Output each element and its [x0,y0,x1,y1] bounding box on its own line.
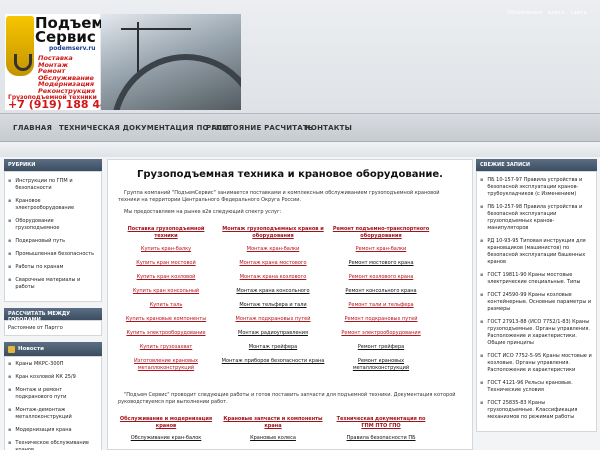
top-link-updates[interactable]: Обновления [507,10,542,16]
bridge-arch [111,54,241,110]
col-repair-header[interactable]: Ремонт подъемно-транспортного оборудован… [332,226,430,240]
col-supply-header[interactable]: Поставка грузоподъемной техники [118,226,214,240]
table-cell[interactable]: Купить таль [118,302,214,309]
news-item[interactable]: Монтаж и ремонт подкранового пути [8,387,98,401]
table-cell[interactable]: Монтаж крана козлового [218,274,328,281]
table-cell[interactable]: Изготовление крановых металлоконструкций [118,358,214,372]
table-cell[interactable]: Крановые колеса [218,435,328,442]
outro-text: "Подъем Сервис" проводит следующие работ… [118,392,456,405]
news-item[interactable]: Модернизация крана [8,427,98,434]
nav-contacts[interactable]: КОНТАКТЫ [305,124,352,132]
table-cell[interactable]: Монтаж грейфера [218,344,328,351]
nav-home[interactable]: ГЛАВНАЯ [13,124,52,132]
categories-header: Рубрики [4,159,102,171]
col-maintenance-header[interactable]: Обслуживание и модернизация кранов [118,416,214,430]
table-cell[interactable]: Купить электрооборудование [118,330,214,337]
site-header: Подъем Сервис podemserv.ru Поставка Монт… [0,0,600,113]
recent-post-item[interactable]: ПБ 10-157-97 Правила устройства и безопа… [480,177,593,198]
category-item[interactable]: Инструкции по ГПМ и безопасности [8,178,98,192]
category-item[interactable]: Работы по кранам [8,264,98,271]
recent-post-item[interactable]: РД 10-93-95 Типовая инструкция для крано… [480,238,593,266]
table-cell[interactable]: Купить крановые компоненты [118,316,214,323]
categories-list: Инструкции по ГПМ и безопасности Краново… [4,171,102,302]
category-item[interactable]: Сварочные материалы и работы [8,277,98,291]
brand-name: Подъем Сервис [35,14,104,46]
category-item[interactable]: Крановое электрооборудование [8,198,98,212]
table-cell[interactable]: Ремонт козлового крана [332,274,430,281]
news-header: Новости [4,342,102,356]
table-cell[interactable]: Монтаж тельфера и тали [218,302,328,309]
nav-band [0,142,600,157]
table-cell[interactable]: Монтаж радиоуправления [218,330,328,337]
table-cell[interactable]: Ремонт тали и тельфера [332,302,430,309]
intro-text: Группа компаний "ПодъемСервис" занимаетс… [118,190,440,203]
distance-link[interactable]: Растояние от Паргго [8,325,98,331]
table-cell[interactable]: Ремонт подкрановых путей [332,316,430,323]
table-cell[interactable]: Купить кран консольный [118,288,214,295]
top-link-site[interactable]: сайта [570,10,587,16]
crane-jib [121,28,191,30]
recent-post-item[interactable]: ГОСТ 27913-88 (ИСО 7752/1-83) Краны груз… [480,319,593,347]
news-list: Краны МКРС-300П Кран козловой КК 25/9 Мо… [4,356,102,450]
nav-tech-docs[interactable]: ТЕХНИЧЕСКАЯ ДОКУМЕНТАЦИЯ ПО ГПМ [59,124,229,132]
table-cell[interactable]: Купить кран-балку [118,246,214,253]
category-item[interactable]: Подкрановый путь [8,238,98,245]
table-cell[interactable]: Обслуживание кран-балок [118,435,214,442]
news-icon [8,345,15,353]
distance-box: Рассчитать между городами Растояние от П… [4,308,102,336]
recent-post-item[interactable]: ГОСТ 24590-99 Краны козловые контейнерны… [480,292,593,313]
table-cell[interactable]: Ремонт крановых металлоконструкций [332,358,430,372]
services-list: Поставка Монтаж Ремонт Обслуживание Моде… [38,54,96,95]
header-photo [101,14,241,110]
table-cell[interactable]: Ремонт консольного крана [332,288,430,295]
col-parts-header[interactable]: Крановые запчасти и компоненты крана [218,416,328,430]
right-sidebar: Свежие записи ПБ 10-157-97 Правила устро… [476,159,597,432]
news-item[interactable]: Краны МКРС-300П [8,361,98,368]
table-cell[interactable]: Правила безопасности ПБ [332,435,430,442]
main-content: Грузоподъемная техника и крановое оборуд… [107,159,473,450]
logo[interactable]: Подъем Сервис podemserv.ru Поставка Монт… [5,14,104,110]
news-box: Новости Краны МКРС-300П Кран козловой КК… [4,342,102,450]
recent-posts-list: ПБ 10-157-97 Правила устройства и безопа… [476,171,597,432]
table-cell[interactable]: Монтаж крана консольного [218,288,328,295]
table-cell[interactable]: Купить кран мостовой [118,260,214,267]
news-item[interactable]: Техническое обслуживание кранов [8,440,98,450]
table-cell[interactable]: Ремонт электрооборудования [332,330,430,337]
main-nav: ГЛАВНАЯ ТЕХНИЧЕСКАЯ ДОКУМЕНТАЦИЯ ПО ГПМ … [0,113,600,142]
col-docs-header[interactable]: Техническая документация по ГПМ ПТО ГПО [332,416,430,430]
col-install-header[interactable]: Монтаж грузоподъемных кранов и оборудова… [218,226,328,240]
category-item[interactable]: Оборудование грузоподъемное [8,218,98,232]
distance-header: Рассчитать между городами [4,308,102,323]
table-cell[interactable]: Купить грузозахват [118,344,214,351]
top-link-map[interactable]: карта [548,10,565,16]
recent-post-item[interactable]: ГОСТ ИСО 7752-5-95 Краны мостовые и козл… [480,353,593,374]
table-cell[interactable]: Монтаж приборов безопасности крана [218,358,328,372]
table-cell[interactable]: Монтаж подкрановых путей [218,316,328,323]
table-cell[interactable]: Монтаж крана мостового [218,260,328,267]
news-item[interactable]: Кран козловой КК 25/9 [8,374,98,381]
recent-post-item[interactable]: ГОСТ 19811-90 Краны мостовые электрическ… [480,272,593,286]
services-intro: Мы предоставляем на рынке в2в следующий … [124,209,282,215]
recent-posts-header: Свежие записи [476,159,597,171]
recent-post-item[interactable]: ГОСТ 25835-83 Краны грузоподъемные. Клас… [480,400,593,421]
recent-post-item[interactable]: ПБ 10-257-98 Правила устройства и безопа… [480,204,593,232]
table-cell[interactable]: Ремонт грейфера [332,344,430,351]
category-item[interactable]: Промышленная безопасность [8,251,98,258]
news-item[interactable]: Монтаж-демонтаж металлоконструкций [8,407,98,421]
crane-hook-icon [6,16,34,76]
recent-post-item[interactable]: ГОСТ 4121-96 Рельсы крановые. Технически… [480,380,593,394]
left-sidebar: Рубрики Инструкции по ГПМ и безопасности… [4,159,102,450]
site-domain: podemserv.ru [49,45,96,52]
table-cell[interactable]: Монтаж кран-балки [218,246,328,253]
nav-distance[interactable]: РАССТОЯНИЕ РАСЧИТАТЬ [206,124,313,132]
page-title: Грузоподъемная техника и крановое оборуд… [137,169,443,180]
table-cell[interactable]: Ремонт мостового крана [332,260,430,267]
top-links: Обновления карта сайта [503,10,587,16]
table-cell[interactable]: Ремонт кран-балки [332,246,430,253]
table-cell[interactable]: Купить кран козловой [118,274,214,281]
services-table-2: Обслуживание и модернизация кранов Крано… [118,416,468,442]
services-table: Поставка грузоподъемной техники Монтаж г… [118,226,468,372]
